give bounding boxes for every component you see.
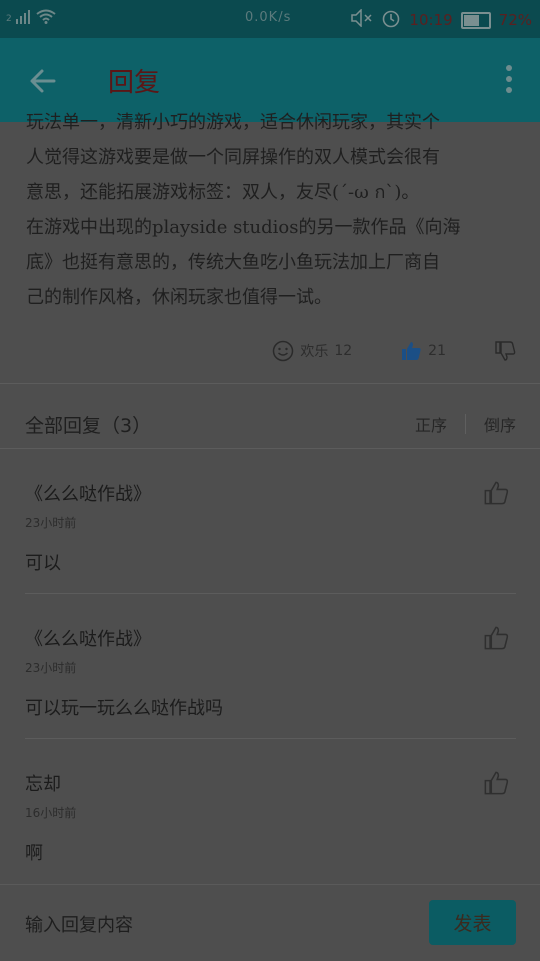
status-left: 2 bbox=[6, 9, 56, 28]
smiley-icon bbox=[273, 340, 294, 362]
reply-text: 可以玩一玩么么哒作战吗 bbox=[25, 698, 223, 719]
arrow-left-icon bbox=[30, 69, 56, 93]
reply-input-bar: 输入回复内容 发表 bbox=[0, 884, 540, 961]
wifi-icon bbox=[36, 9, 56, 28]
send-button[interactable]: 发表 bbox=[429, 900, 516, 945]
sort-ascending-button[interactable]: 正序 bbox=[415, 412, 447, 436]
like-button[interactable]: 21 bbox=[400, 340, 446, 362]
reply-text: 啊 bbox=[25, 843, 43, 864]
battery-icon bbox=[460, 11, 491, 29]
thumbs-up-icon bbox=[484, 626, 509, 650]
status-bar: 2 0.0K/s 10:19 72% bbox=[0, 0, 540, 38]
reply-like-button[interactable] bbox=[483, 770, 509, 796]
reply-like-button[interactable] bbox=[483, 480, 509, 506]
sort-descending-button[interactable]: 倒序 bbox=[484, 412, 516, 436]
replies-header: 全部回复（3） bbox=[25, 415, 152, 437]
happy-count: 12 bbox=[334, 343, 353, 359]
thumbs-up-icon bbox=[484, 481, 509, 505]
reply-username[interactable]: 《么么哒作战》 bbox=[25, 480, 515, 506]
reply-item: 《么么哒作战》 23小时前 可以 bbox=[25, 480, 515, 575]
post-reactions: 欢乐 12 21 bbox=[272, 340, 516, 362]
thumbs-up-filled-icon bbox=[402, 342, 421, 360]
happy-reaction-button[interactable]: 欢乐 12 bbox=[272, 340, 352, 362]
status-right: 10:19 72% bbox=[351, 8, 532, 32]
happy-label: 欢乐 bbox=[300, 344, 329, 360]
back-button[interactable] bbox=[26, 64, 60, 98]
page-title: 回复 bbox=[108, 68, 161, 98]
thumbs-up-icon bbox=[484, 771, 509, 795]
dislike-button[interactable] bbox=[494, 340, 516, 362]
mute-icon bbox=[351, 8, 373, 31]
clock: 10:19 bbox=[409, 11, 453, 29]
alarm-icon bbox=[381, 8, 401, 32]
reply-time: 23小时前 bbox=[25, 516, 77, 530]
network-speed: 0.0K/s bbox=[245, 10, 292, 25]
more-vert-icon bbox=[506, 65, 512, 71]
reply-divider bbox=[25, 593, 516, 594]
reply-username[interactable]: 《么么哒作战》 bbox=[25, 625, 515, 651]
reply-item: 《么么哒作战》 23小时前 可以玩一玩么么哒作战吗 bbox=[25, 625, 515, 720]
divider bbox=[0, 383, 540, 384]
divider bbox=[0, 448, 540, 449]
reply-like-button[interactable] bbox=[483, 625, 509, 651]
more-options-button[interactable] bbox=[502, 65, 516, 95]
signal-icon bbox=[15, 9, 32, 28]
reply-divider bbox=[25, 738, 516, 739]
post-content: 玩法单一，清新小巧的游戏，适合休闲玩家，其实个 人觉得这游戏要是做一个同屏操作的… bbox=[26, 112, 461, 308]
reply-input[interactable]: 输入回复内容 bbox=[25, 911, 133, 937]
sim-indicator: 2 bbox=[6, 13, 12, 24]
reply-time: 16小时前 bbox=[25, 806, 77, 820]
sort-controls: 正序 倒序 bbox=[415, 412, 516, 436]
likes-count: 21 bbox=[428, 343, 446, 359]
reply-username[interactable]: 忘却 bbox=[25, 770, 515, 796]
reply-time: 23小时前 bbox=[25, 661, 77, 675]
thumbs-down-icon bbox=[495, 341, 516, 361]
reply-text: 可以 bbox=[25, 553, 61, 574]
sort-separator bbox=[464, 414, 466, 434]
reply-item: 忘却 16小时前 啊 bbox=[25, 770, 515, 865]
battery-percent: 72% bbox=[498, 11, 532, 29]
